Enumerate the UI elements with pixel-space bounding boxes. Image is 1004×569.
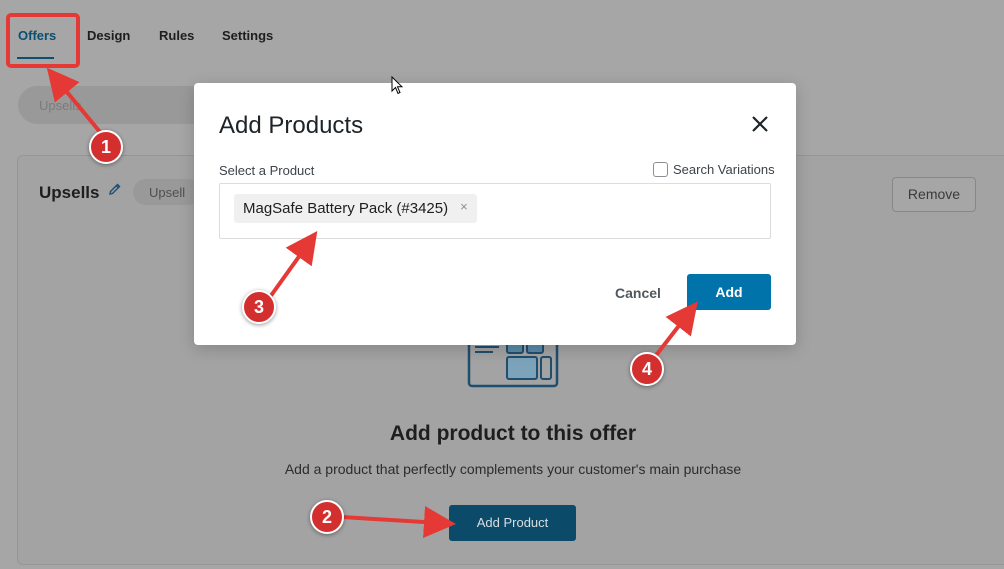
tab-rules[interactable]: Rules	[159, 28, 194, 43]
remove-button[interactable]: Remove	[892, 177, 976, 212]
add-product-button[interactable]: Add Product	[449, 505, 576, 541]
add-button[interactable]: Add	[687, 274, 771, 310]
product-select-field[interactable]: MagSafe Battery Pack (#3425) ×	[219, 183, 771, 239]
step-badge-2: 2	[310, 500, 344, 534]
pencil-icon[interactable]	[108, 182, 122, 196]
search-variations-label: Search Variations	[673, 162, 775, 177]
close-icon[interactable]	[747, 111, 773, 137]
cancel-button[interactable]: Cancel	[615, 285, 661, 301]
search-variations-toggle[interactable]: Search Variations	[653, 162, 775, 177]
mouse-cursor-icon	[391, 76, 403, 95]
search-variations-checkbox[interactable]	[653, 162, 668, 177]
selected-product-label: MagSafe Battery Pack (#3425)	[243, 200, 449, 217]
upsells-pill[interactable]: Upsells	[18, 86, 218, 124]
empty-state-description: Add a product that perfectly complements…	[284, 461, 742, 477]
modal-title: Add Products	[219, 112, 364, 139]
top-nav: Offers Design Rules Settings	[0, 0, 1004, 70]
offer-type-badge: Upsell	[133, 179, 201, 205]
selected-product-token: MagSafe Battery Pack (#3425) ×	[234, 194, 477, 223]
select-product-label: Select a Product	[219, 163, 315, 178]
add-products-modal: Add Products Select a Product Search Var…	[194, 83, 796, 345]
step-badge-4: 4	[630, 352, 664, 386]
step-badge-3: 3	[242, 290, 276, 324]
empty-state-title: Add product to this offer	[389, 422, 637, 445]
step-badge-1: 1	[89, 130, 123, 164]
offer-title: Upsells	[39, 183, 100, 202]
remove-token-icon[interactable]: ×	[460, 200, 468, 223]
offers-tab-highlight	[6, 13, 80, 68]
tab-settings[interactable]: Settings	[222, 28, 273, 43]
tab-design[interactable]: Design	[87, 28, 130, 43]
